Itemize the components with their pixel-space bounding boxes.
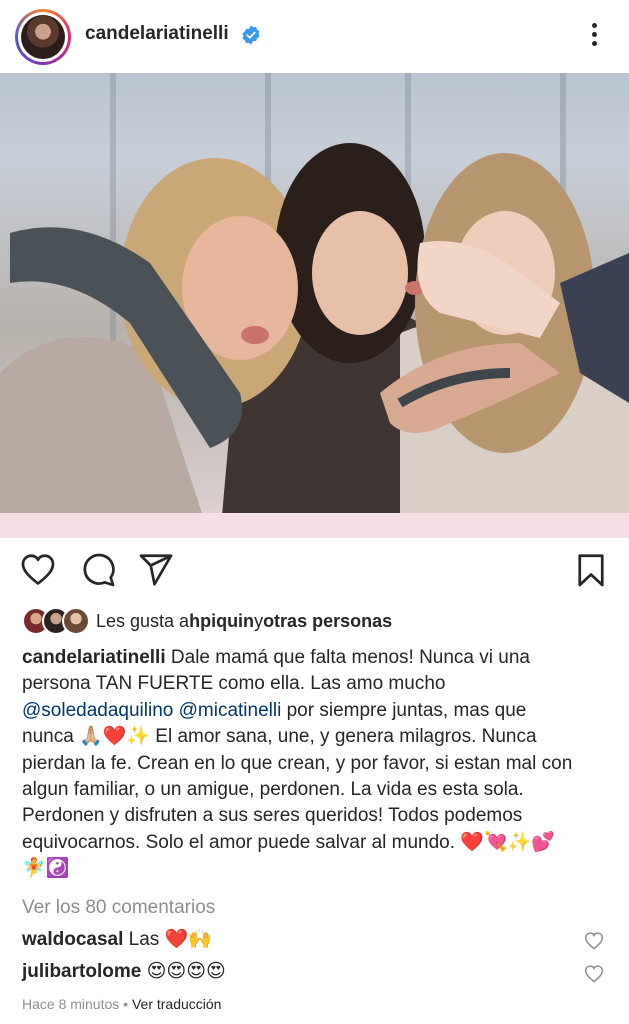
mention-link[interactable]: @soledadaquilino bbox=[22, 700, 173, 721]
save-bookmark-icon[interactable] bbox=[573, 552, 609, 588]
caption-line: @soledadaquilino @micatinelli por siempr… bbox=[22, 698, 612, 724]
post-photo[interactable] bbox=[0, 73, 629, 538]
caption-username[interactable]: candelariatinelli bbox=[22, 647, 166, 668]
comment-like-heart-icon[interactable] bbox=[584, 964, 604, 984]
photo-illustration bbox=[0, 143, 629, 538]
comment-username[interactable]: julibartolome bbox=[22, 961, 141, 982]
caption-text: Dale mamá que falta menos! Nunca vi una bbox=[165, 647, 530, 668]
comment-username[interactable]: waldocasal bbox=[22, 929, 123, 950]
liker-avatars bbox=[22, 606, 96, 636]
meta-separator: • bbox=[119, 996, 132, 1012]
avatar-image bbox=[21, 15, 65, 59]
view-all-comments-link[interactable]: Ver los 80 comentarios bbox=[22, 897, 215, 919]
comment-text: Las ❤️🙌 bbox=[123, 929, 212, 950]
share-paper-plane-icon[interactable] bbox=[138, 552, 174, 588]
mention-link[interactable]: @micatinelli bbox=[179, 700, 282, 721]
comment-item: waldocasal Las ❤️🙌 bbox=[22, 927, 612, 955]
comment-item: julibartolome 😍😍😍😍 bbox=[22, 960, 612, 988]
profile-avatar[interactable] bbox=[15, 9, 71, 65]
caption-line: nunca 🙏🏼❤️✨ El amor sana, une, y genera … bbox=[22, 726, 537, 748]
caption-line: equivocarnos. Solo el amor puede salvar … bbox=[22, 831, 555, 853]
see-translation-link[interactable]: Ver traducción bbox=[132, 996, 222, 1012]
post-meta: Hace 8 minutos • Ver traducción bbox=[22, 996, 221, 1012]
comment-bubble-icon[interactable] bbox=[80, 552, 116, 588]
liker-avatar bbox=[62, 607, 90, 635]
post-timestamp: Hace 8 minutos bbox=[22, 996, 120, 1012]
caption-line: pierdan la fe. Crean en lo que crean, y … bbox=[22, 752, 573, 774]
like-heart-icon[interactable] bbox=[20, 552, 56, 588]
post-caption: candelariatinelli Dale mamá que falta me… bbox=[22, 645, 612, 883]
post-header: candelariatinelli bbox=[0, 0, 629, 73]
caption-line: Perdonen y disfruten a sus seres querido… bbox=[22, 805, 523, 827]
comment-like-heart-icon[interactable] bbox=[584, 931, 604, 951]
caption-line: candelariatinelli Dale mamá que falta me… bbox=[22, 645, 612, 671]
likes-summary[interactable]: Les gusta a hpiquin y otras personas bbox=[22, 605, 392, 637]
avatar-inner bbox=[18, 12, 68, 62]
likes-user[interactable]: hpiquin bbox=[189, 611, 254, 632]
post-username[interactable]: candelariatinelli bbox=[85, 23, 229, 45]
caption-text: por siempre juntas, mas que bbox=[281, 699, 527, 721]
caption-line: 🧚☯️ bbox=[22, 858, 70, 880]
comment-text: 😍😍😍😍 bbox=[141, 961, 226, 982]
likes-others[interactable]: otras personas bbox=[263, 611, 392, 632]
more-options-icon[interactable] bbox=[588, 20, 600, 50]
action-bar bbox=[0, 538, 629, 600]
verified-badge-icon bbox=[242, 25, 260, 45]
likes-connector: y bbox=[254, 610, 264, 631]
caption-line: algun familiar, o un amigue, perdonen. L… bbox=[22, 779, 524, 801]
likes-prefix: Les gusta a bbox=[96, 610, 190, 631]
caption-line: persona TAN FUERTE como ella. Las amo mu… bbox=[22, 673, 446, 695]
